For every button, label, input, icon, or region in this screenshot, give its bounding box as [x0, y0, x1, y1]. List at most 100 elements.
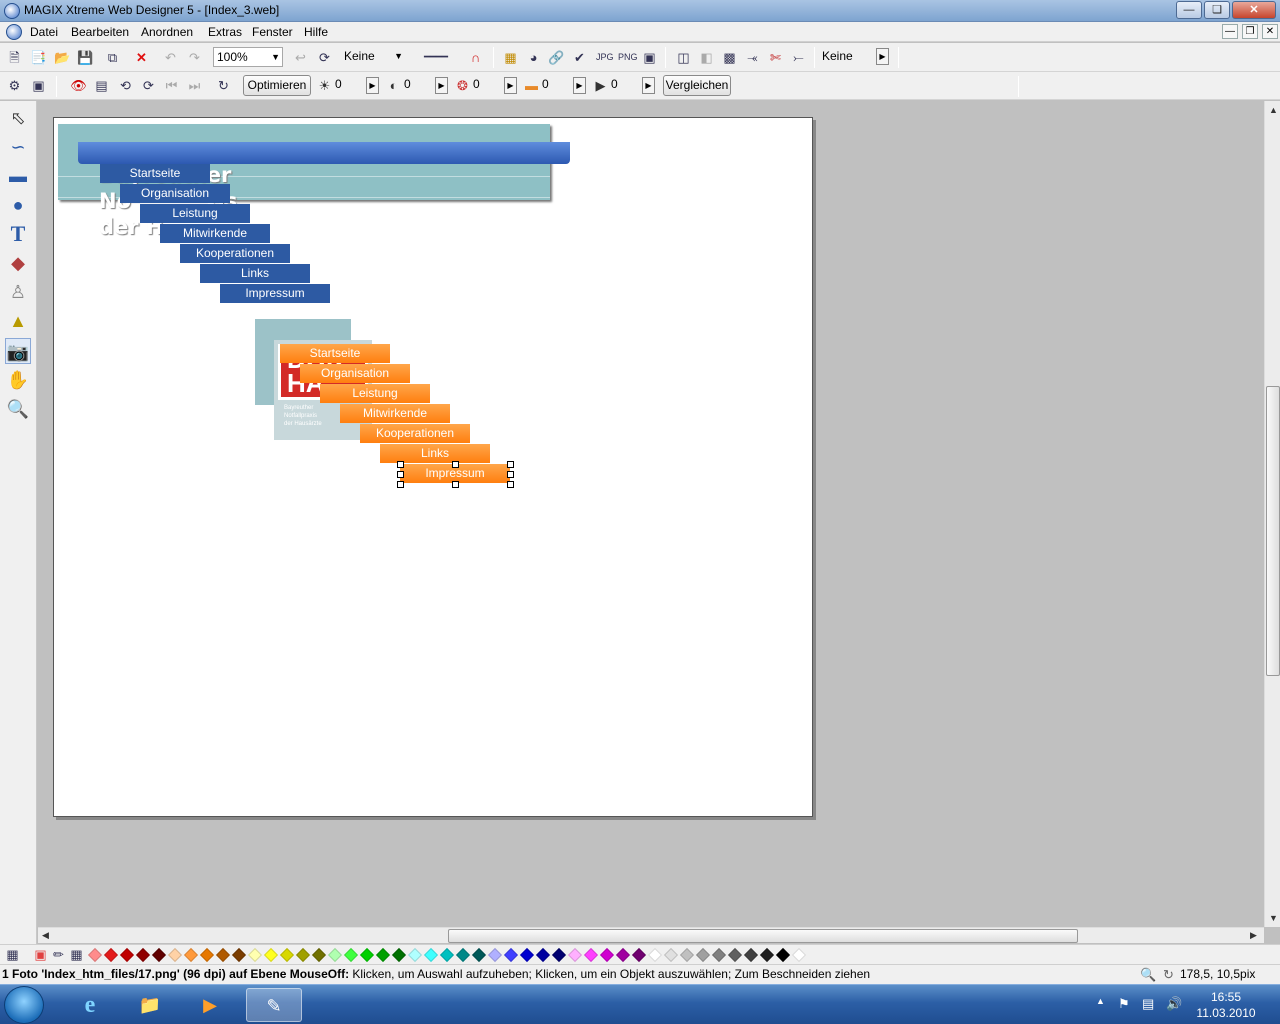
zoom-select[interactable]: 100% ▼ [213, 47, 283, 67]
color-swatch[interactable] [343, 947, 359, 963]
color-swatch[interactable] [327, 947, 343, 963]
nav-orange-kooperationen[interactable]: Kooperationen [360, 424, 470, 443]
color-swatch[interactable] [759, 947, 775, 963]
optimize-button[interactable]: Optimieren [243, 75, 311, 96]
selector-tool-icon[interactable]: ⬁ [5, 105, 31, 131]
open-folder-icon[interactable]: 📂 [54, 49, 71, 66]
break-apart-icon[interactable]: ✄ [767, 49, 784, 66]
color-swatch[interactable] [199, 947, 215, 963]
vertical-scroll-thumb[interactable] [1266, 386, 1280, 676]
color-swatch[interactable] [743, 947, 759, 963]
shape-tool-icon[interactable]: ▲ [5, 308, 31, 334]
start-button[interactable] [4, 986, 44, 1024]
color-swatch[interactable] [455, 947, 471, 963]
color-swatch[interactable] [231, 947, 247, 963]
taskbar-clock[interactable]: 16:55 11.03.2010 [1186, 989, 1266, 1021]
maximize-button[interactable]: ❏ [1204, 1, 1230, 19]
color-swatch[interactable] [727, 947, 743, 963]
refresh-icon[interactable]: ↻ [215, 77, 232, 94]
color-swatch[interactable] [503, 947, 519, 963]
menu-hilfe[interactable]: Hilfe [304, 25, 328, 39]
color-swatch[interactable] [663, 947, 679, 963]
color-swatch[interactable] [679, 947, 695, 963]
tray-expand-icon[interactable]: ▲ [1096, 996, 1105, 1006]
photo-properties-icon[interactable]: ⚙ [6, 77, 23, 94]
selection-handle-br[interactable] [507, 481, 514, 488]
color-swatch[interactable] [567, 947, 583, 963]
fill-select[interactable]: Keine ▼ [341, 47, 405, 67]
nav-blue-leistung[interactable]: Leistung [140, 204, 250, 223]
line-style-icon[interactable]: ━━━━ [413, 49, 459, 66]
horizontal-scrollbar[interactable]: ◀ ▶ [38, 927, 1264, 943]
new-file-icon[interactable]: 🗎 [6, 49, 23, 66]
color-swatch[interactable] [247, 947, 263, 963]
scroll-down-icon[interactable]: ▼ [1269, 913, 1278, 923]
nav-blue-links[interactable]: Links [200, 264, 310, 283]
scroll-up-icon[interactable]: ▲ [1269, 105, 1278, 115]
brightness-arrow-icon[interactable]: ▶ [366, 77, 379, 94]
nav-blue-mitwirkende[interactable]: Mitwirkende [160, 224, 270, 243]
layers-icon[interactable]: ◕ [525, 49, 542, 66]
color-swatch[interactable] [519, 947, 535, 963]
color-swatch[interactable] [279, 947, 295, 963]
saturation-value[interactable]: 0 [473, 77, 480, 91]
group-icon[interactable]: ▩ [721, 49, 738, 66]
push-tool-icon[interactable]: ✋ [5, 367, 31, 393]
align-icon[interactable]: ◧ [698, 49, 715, 66]
menu-extras[interactable]: Extras [208, 25, 242, 39]
menu-fenster[interactable]: Fenster [252, 25, 293, 39]
style-select-arrow-icon[interactable]: ▶ [876, 48, 889, 65]
internet-explorer-icon[interactable]: e [62, 988, 118, 1022]
canvas-workspace[interactable]: Bayreuther No xis der H Startseite Organ… [38, 101, 1264, 927]
color-swatch[interactable] [631, 947, 647, 963]
color-swatch[interactable] [791, 947, 807, 963]
text-tool-icon[interactable]: T [5, 221, 31, 247]
color-swatch[interactable] [407, 947, 423, 963]
saturation-arrow-icon[interactable]: ▶ [504, 77, 517, 94]
photo-tool-icon[interactable]: 📷 [5, 338, 31, 364]
transparent-swatch-icon[interactable]: ▦ [68, 946, 85, 963]
freehand-tool-icon[interactable]: ∽ [5, 134, 31, 160]
color-swatch[interactable] [375, 947, 391, 963]
volume-icon[interactable]: 🔊 [1166, 996, 1182, 1012]
color-swatch[interactable] [615, 947, 631, 963]
preview-icon[interactable]: ▣ [641, 49, 658, 66]
color-swatch[interactable] [135, 947, 151, 963]
color-swatch[interactable] [583, 947, 599, 963]
color-swatch[interactable] [215, 947, 231, 963]
hue-value[interactable]: 0 [542, 77, 549, 91]
document-icon[interactable] [6, 24, 22, 40]
jpg-export-icon[interactable]: JPG [596, 49, 614, 66]
nav-blue-startseite[interactable]: Startseite [100, 164, 210, 183]
vertical-scrollbar[interactable]: ▲ ▼ [1264, 101, 1280, 927]
color-swatch[interactable] [599, 947, 615, 963]
delete-icon[interactable]: ✕ [133, 49, 150, 66]
link-icon[interactable]: 🔗 [548, 49, 565, 66]
scroll-left-icon[interactable]: ◀ [42, 930, 49, 941]
nav-orange-startseite[interactable]: Startseite [280, 344, 390, 363]
web-page-canvas[interactable]: Bayreuther No xis der H Startseite Organ… [53, 117, 813, 817]
color-swatch[interactable] [103, 947, 119, 963]
combine-icon[interactable]: ⤚ [790, 49, 807, 66]
style-select[interactable]: Keine [819, 47, 877, 67]
color-swatch[interactable] [647, 947, 663, 963]
media-player-icon[interactable]: ▶ [182, 988, 238, 1022]
copy-icon[interactable]: ⧉ [104, 49, 121, 66]
magix-web-designer-taskbar-icon[interactable]: ✎ [246, 988, 302, 1022]
color-swatch[interactable] [487, 947, 503, 963]
fill-tool-icon[interactable]: ◆ [5, 250, 31, 276]
app-icon[interactable] [4, 3, 20, 19]
minimize-button[interactable]: — [1176, 1, 1202, 19]
selection-handle-b[interactable] [452, 481, 459, 488]
contrast-value[interactable]: 0 [404, 77, 411, 91]
first-frame-icon[interactable]: ⏮ [163, 77, 180, 94]
templates-icon[interactable]: 📑 [30, 49, 47, 66]
sharpen-arrow-icon[interactable]: ▶ [642, 77, 655, 94]
compare-button[interactable]: Vergleichen [663, 75, 731, 96]
object-manager-icon[interactable]: ▦ [502, 49, 519, 66]
ellipse-tool-icon[interactable]: ● [5, 192, 31, 218]
eyedropper-icon[interactable]: ✏ [50, 946, 67, 963]
crop-icon[interactable]: ▤ [93, 77, 110, 94]
color-swatch[interactable] [391, 947, 407, 963]
color-swatch[interactable] [775, 947, 791, 963]
